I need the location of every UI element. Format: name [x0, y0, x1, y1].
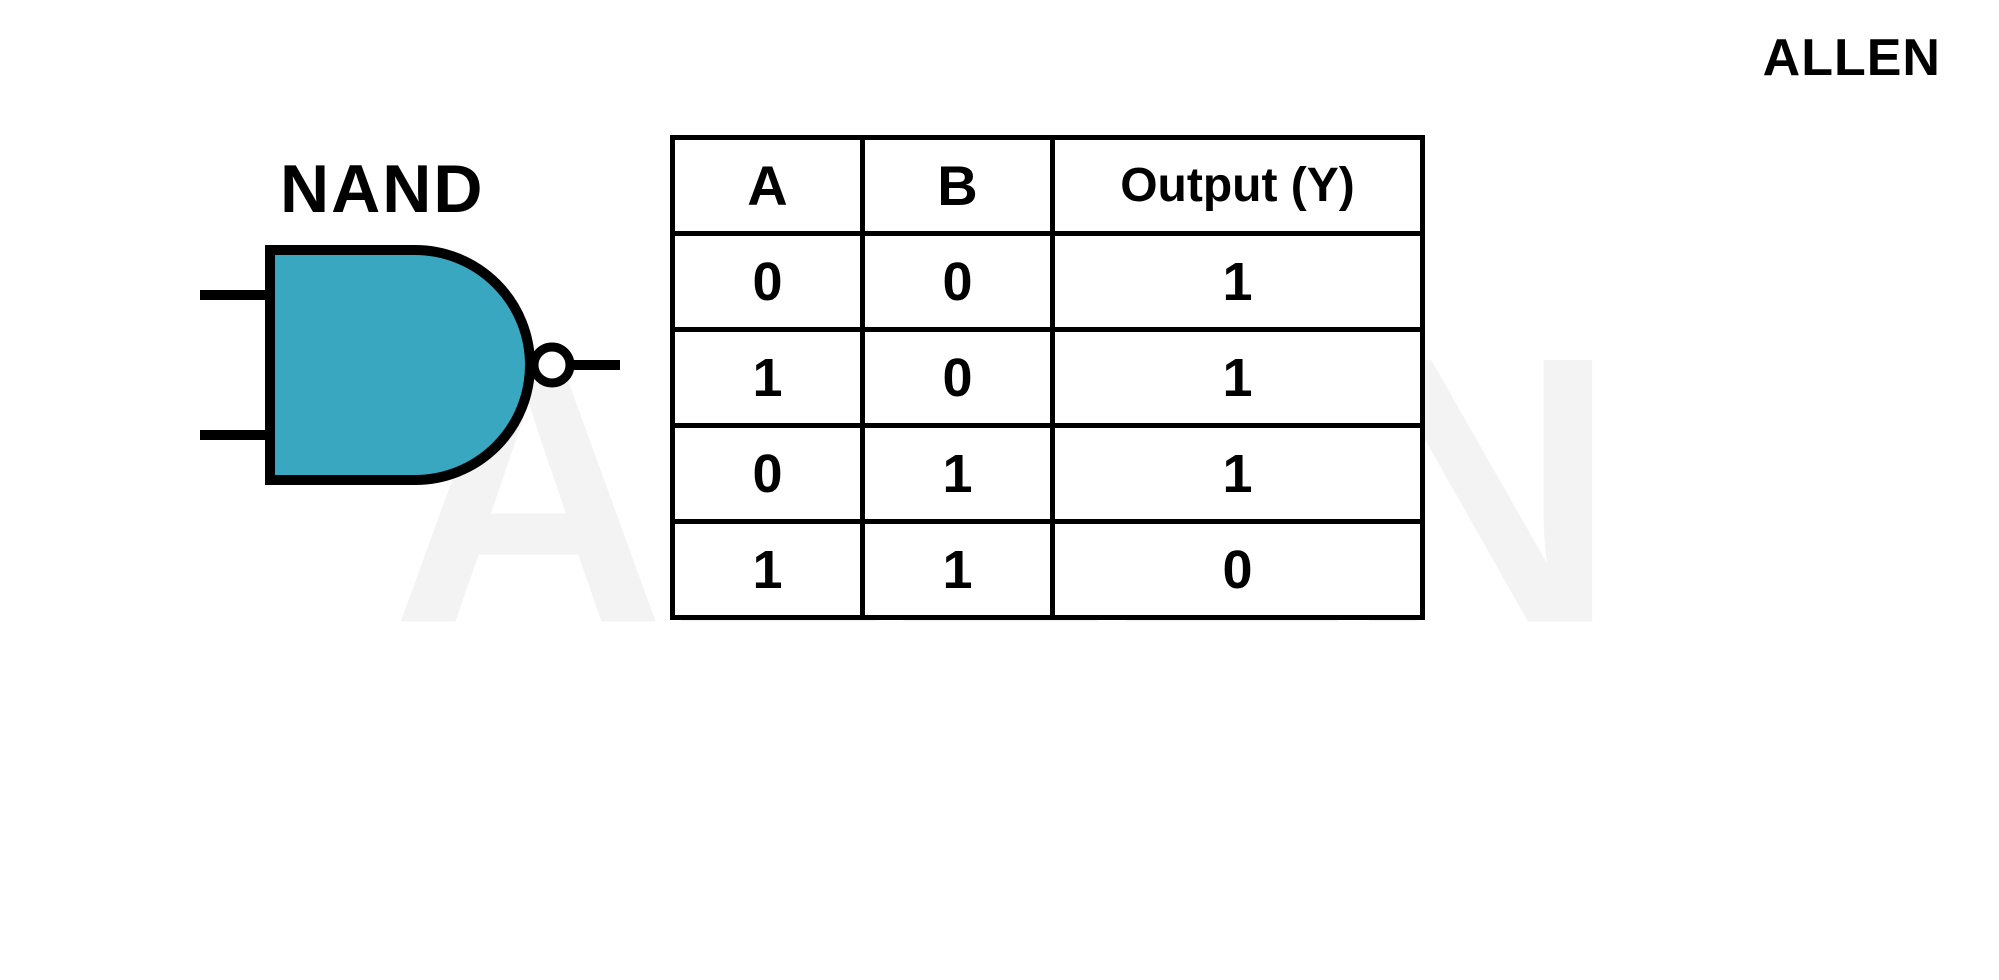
table-row: 1 1 0: [673, 522, 1423, 618]
cell-y: 1: [1053, 426, 1423, 522]
brand-logo: ALLEN: [1763, 28, 1941, 88]
cell-b: 0: [863, 234, 1053, 330]
table-row: 0 1 1: [673, 426, 1423, 522]
cell-a: 0: [673, 234, 863, 330]
cell-y: 1: [1053, 234, 1423, 330]
cell-y: 0: [1053, 522, 1423, 618]
cell-b: 1: [863, 426, 1053, 522]
nand-gate-icon: [200, 240, 640, 490]
table-header-a: A: [673, 138, 863, 234]
gate-label: NAND: [280, 150, 484, 228]
table-header-y: Output (Y): [1053, 138, 1423, 234]
table-row: 1 0 1: [673, 330, 1423, 426]
truth-table: A B Output (Y) 0 0 1 1 0 1 0 1 1 1: [670, 135, 1425, 620]
diagram-content: NAND A B Output (Y) 0 0 1 1 0: [0, 0, 1999, 980]
cell-a: 1: [673, 522, 863, 618]
cell-a: 1: [673, 330, 863, 426]
cell-b: 1: [863, 522, 1053, 618]
table-row: 0 0 1: [673, 234, 1423, 330]
cell-b: 0: [863, 330, 1053, 426]
table-header-row: A B Output (Y): [673, 138, 1423, 234]
table-header-b: B: [863, 138, 1053, 234]
cell-y: 1: [1053, 330, 1423, 426]
cell-a: 0: [673, 426, 863, 522]
